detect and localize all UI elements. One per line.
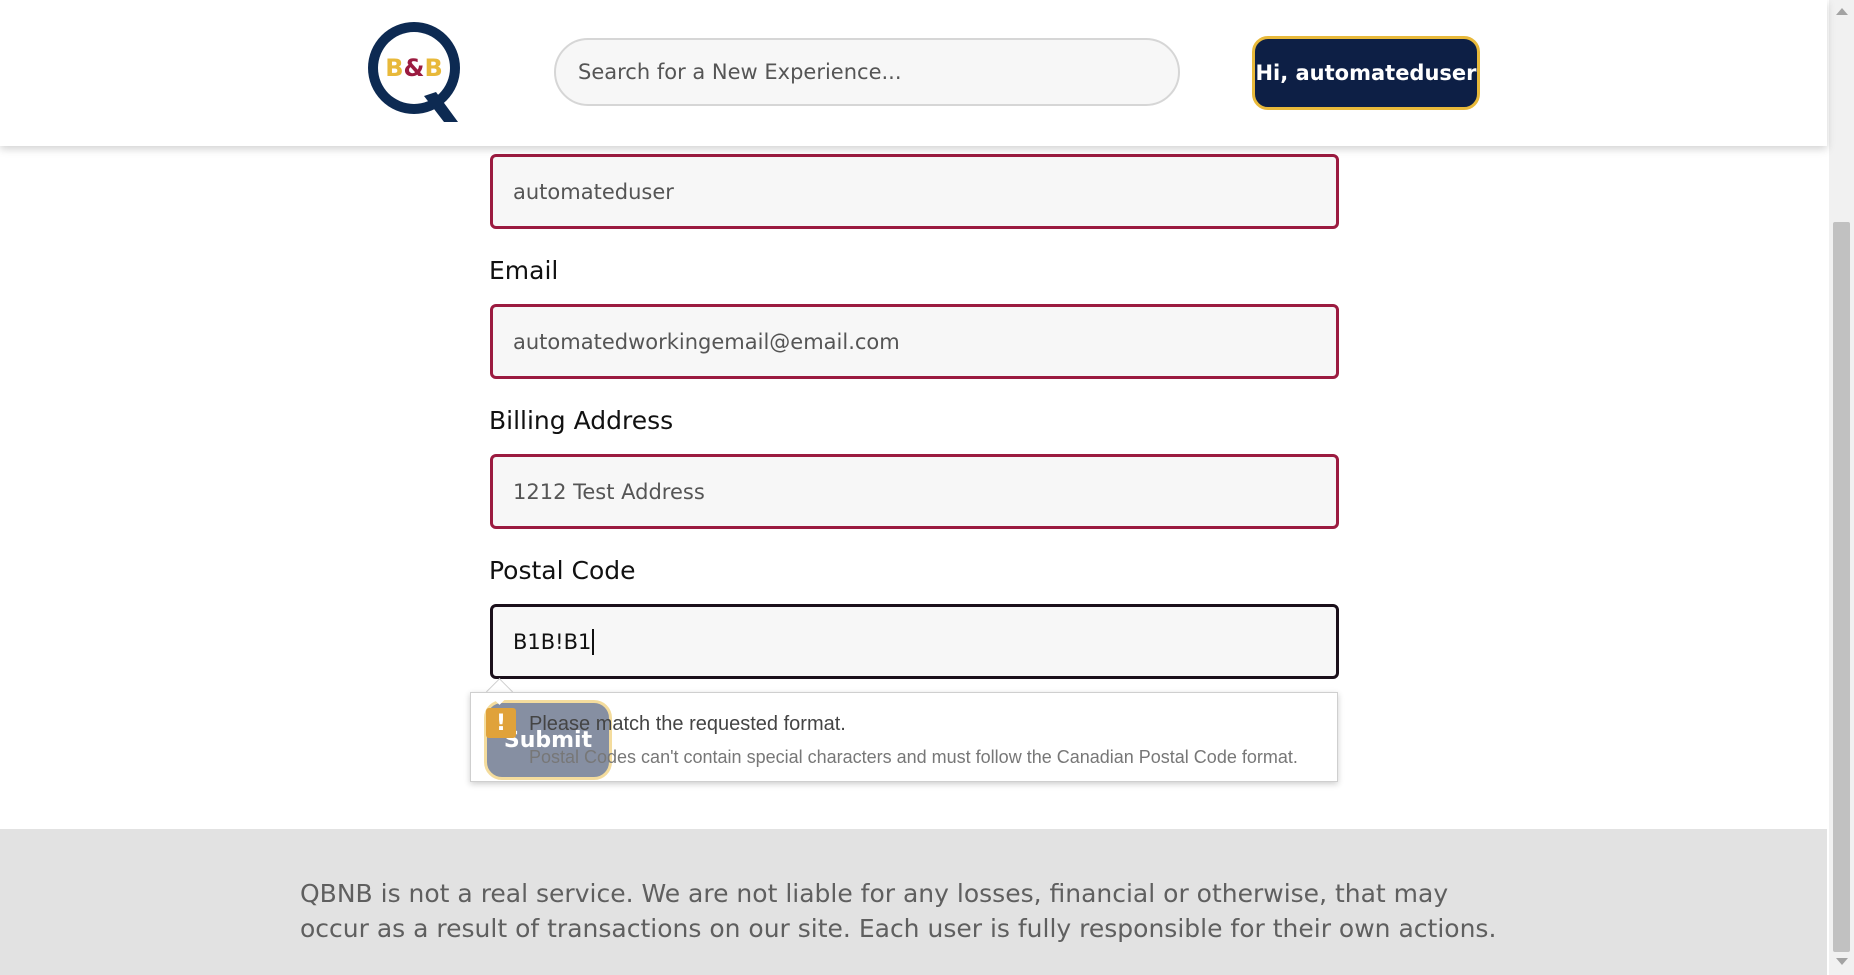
billing-address-label: Billing Address: [489, 406, 674, 435]
username-value: automateduser: [513, 179, 674, 204]
billing-address-value: 1212 Test Address: [513, 479, 705, 504]
postal-code-value: B1B!B1: [513, 629, 592, 654]
postal-code-field[interactable]: B1B!B1: [490, 604, 1339, 679]
user-menu-button[interactable]: Hi, automateduser: [1252, 36, 1480, 110]
svg-text:B&B: B&B: [385, 54, 443, 82]
billing-address-field[interactable]: 1212 Test Address: [490, 454, 1339, 529]
username-field[interactable]: automateduser: [490, 154, 1339, 229]
scrollbar-thumb[interactable]: [1833, 222, 1850, 952]
validation-message: Postal Codes can't contain special chara…: [529, 747, 1298, 767]
validation-tooltip: [470, 692, 1338, 782]
search-input[interactable]: [554, 38, 1180, 106]
email-value: automatedworkingemail@email.com: [513, 329, 900, 354]
footer-disclaimer: QBNB is not a real service. We are not l…: [300, 879, 1497, 943]
scroll-up-arrow-icon[interactable]: [1836, 8, 1848, 15]
text-caret: [592, 628, 595, 655]
site-header: B&B Hi, automateduser: [0, 0, 1827, 146]
warning-icon: !: [486, 708, 516, 738]
qbnb-logo[interactable]: B&B: [366, 18, 466, 126]
email-label: Email: [489, 256, 559, 285]
validation-title: Please match the requested format.: [529, 713, 846, 735]
email-field[interactable]: automatedworkingemail@email.com: [490, 304, 1339, 379]
scroll-down-arrow-icon[interactable]: [1836, 958, 1848, 965]
postal-code-label: Postal Code: [489, 556, 636, 585]
